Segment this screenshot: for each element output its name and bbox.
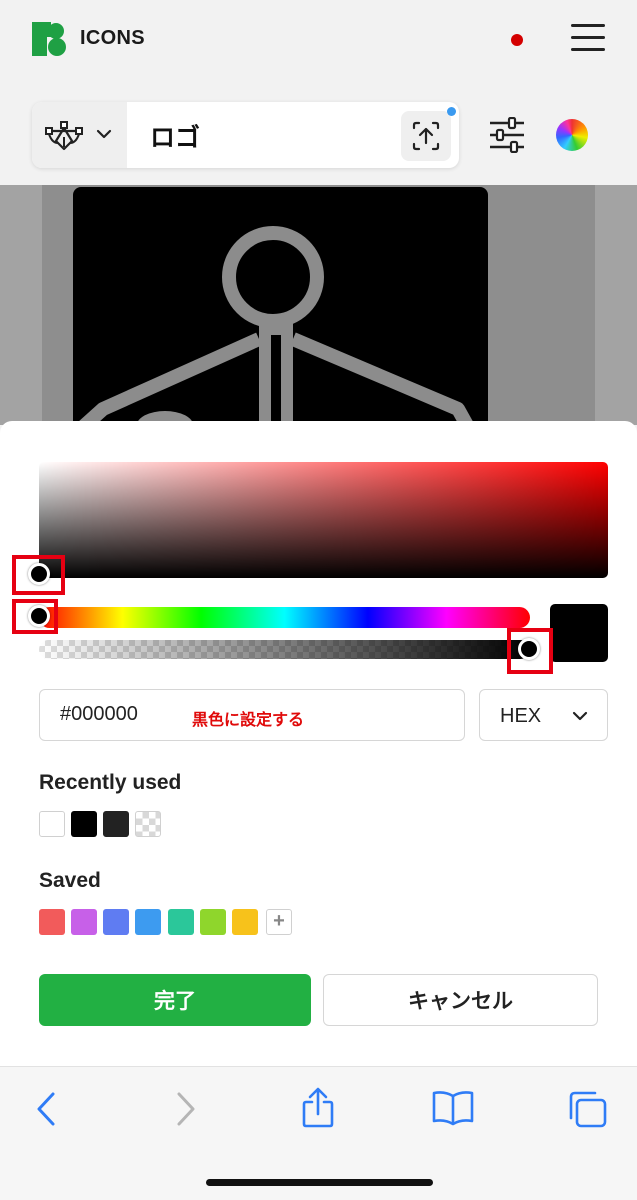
recent-swatch[interactable] [39,811,65,837]
hue-slider[interactable] [39,607,530,628]
pen-tool-icon [45,121,83,151]
bookmarks-icon[interactable] [431,1090,475,1126]
alpha-handle-highlight [507,628,553,674]
add-saved-color-button[interactable]: + [266,909,292,935]
color-format-select[interactable]: HEX [479,689,608,741]
recent-swatch-transparent[interactable] [135,811,161,837]
person-logo-icon [78,226,475,427]
search-bar [32,102,459,168]
upload-button[interactable] [401,111,451,161]
home-indicator [206,1179,433,1186]
hue-handle-highlight [12,599,58,634]
search-input[interactable] [150,118,410,154]
hex-field[interactable]: 黒色に設定する [39,689,465,741]
recent-swatch[interactable] [103,811,129,837]
menu-icon[interactable] [571,24,605,52]
notification-dot [511,34,523,46]
brand-name[interactable]: ICONS [80,27,145,50]
annotation-text: 黒色に設定する [192,710,305,729]
app-header: ICONS [0,0,637,78]
share-icon[interactable] [300,1086,336,1130]
tabs-icon[interactable] [567,1090,609,1130]
saturation-brightness-field[interactable] [39,462,608,578]
saved-swatch[interactable] [232,909,258,935]
back-arrow-icon[interactable] [34,1091,60,1127]
chevron-down-icon [572,711,588,721]
done-button[interactable]: 完了 [39,974,311,1026]
format-label: HEX [500,705,542,727]
upload-badge-dot [447,107,456,116]
forward-arrow-icon[interactable] [172,1091,198,1127]
saved-swatch[interactable] [39,909,65,935]
cancel-button[interactable]: キャンセル [323,974,598,1026]
saved-swatch[interactable] [168,909,194,935]
recent-swatch[interactable] [71,811,97,837]
color-wheel-icon[interactable] [556,119,588,151]
alpha-slider[interactable] [39,640,530,659]
saved-swatch[interactable] [71,909,97,935]
icon-type-select[interactable] [32,102,127,168]
sliders-icon[interactable] [488,117,526,153]
icons-logo-icon[interactable] [32,22,66,56]
recently-used-title: Recently used [39,771,182,794]
saved-title: Saved [39,869,101,892]
hex-input[interactable] [60,703,180,726]
chevron-down-icon [96,129,112,139]
sv-handle-highlight [12,555,65,595]
upload-icon [412,121,440,151]
saved-swatch[interactable] [200,909,226,935]
icon-preview-canvas [73,187,488,427]
saved-swatch[interactable] [103,909,129,935]
saved-swatch[interactable] [135,909,161,935]
selected-color-preview [550,604,608,662]
